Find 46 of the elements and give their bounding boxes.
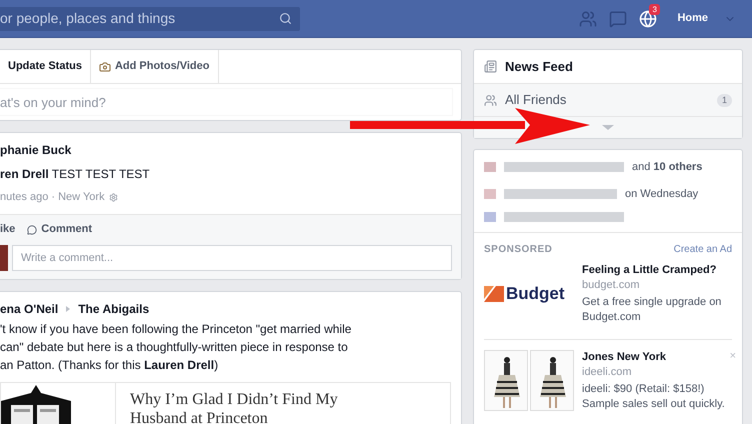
link-preview[interactable]: Why I’m Glad I Didn’t Find My Husband at Princeton — [0, 382, 451, 424]
status-field[interactable]: at's on your mind? — [0, 88, 453, 116]
sponsored-label: SPONSORED — [484, 243, 552, 257]
friends-icon[interactable] — [579, 10, 598, 28]
friends-icon — [484, 94, 497, 106]
gear-icon — [108, 192, 118, 202]
search-input[interactable]: or people, places and things — [0, 8, 260, 29]
news-feed-icon — [484, 60, 497, 73]
search-icon — [279, 12, 292, 25]
like-link[interactable]: ike — [0, 221, 16, 238]
post-text: ren Drell TEST TEST TEST — [0, 166, 151, 183]
ad-body: ideeli: $90 (Retail: $158!) Sample sales sell out quickly. — [582, 382, 725, 412]
messages-icon[interactable] — [609, 10, 628, 28]
search-field[interactable]: or people, places and things — [0, 6, 300, 30]
link-title: Why I’m Glad I Didn’t Find My Husband at Princeton — [129, 390, 339, 424]
post-meta: nutes ago · New York — [0, 190, 105, 205]
count-badge: 1 — [716, 94, 732, 106]
activity-text: on Wednesday — [625, 186, 698, 202]
sidebar-item[interactable]: All Friends 1 — [474, 83, 742, 116]
more-caret-icon[interactable] — [602, 125, 614, 130]
triangle-icon — [66, 306, 70, 312]
avatar — [0, 244, 8, 270]
create-ad-link[interactable]: Create an Ad — [674, 242, 732, 257]
sidebar-label: All Friends — [505, 91, 568, 110]
ad-body: Get a free single upgrade on Budget.com — [582, 295, 722, 325]
photo-icon — [98, 60, 111, 72]
post-author[interactable]: phanie Buck — [0, 141, 461, 159]
composer-tab[interactable]: Update Status — [0, 50, 91, 83]
activity-text: and 10 others — [632, 160, 702, 175]
sidebar-label: News Feed — [505, 58, 574, 76]
group-name[interactable]: The Abigails — [78, 300, 150, 318]
ad-title[interactable]: Jones New York — [582, 350, 725, 365]
ad-domain: budget.com — [582, 278, 640, 293]
ad-title[interactable]: Feeling a Little Cramped? — [582, 263, 722, 278]
ad-domain: ideeli.com — [582, 365, 633, 380]
comment-field[interactable]: Write a comment... — [12, 244, 452, 270]
comment-icon — [27, 224, 38, 234]
sidebar-item[interactable]: News Feed — [474, 50, 742, 83]
logo-mark-icon — [484, 286, 504, 302]
post-text: 't know if you have been following the Princeton "get married while can" debate but here is a thoughtfully-written piece in response to an Patton. (Thanks for this Lauren Drell) — [0, 320, 352, 374]
composer-tab[interactable]: Add Photos/Video — [90, 50, 218, 83]
brand-logo: Budget — [506, 283, 565, 306]
comment-link[interactable]: Comment — [27, 221, 92, 238]
post-author[interactable]: ena O'Neil — [0, 300, 58, 318]
notification-badge: 3 — [649, 4, 660, 14]
home-link[interactable]: Home — [677, 10, 708, 27]
